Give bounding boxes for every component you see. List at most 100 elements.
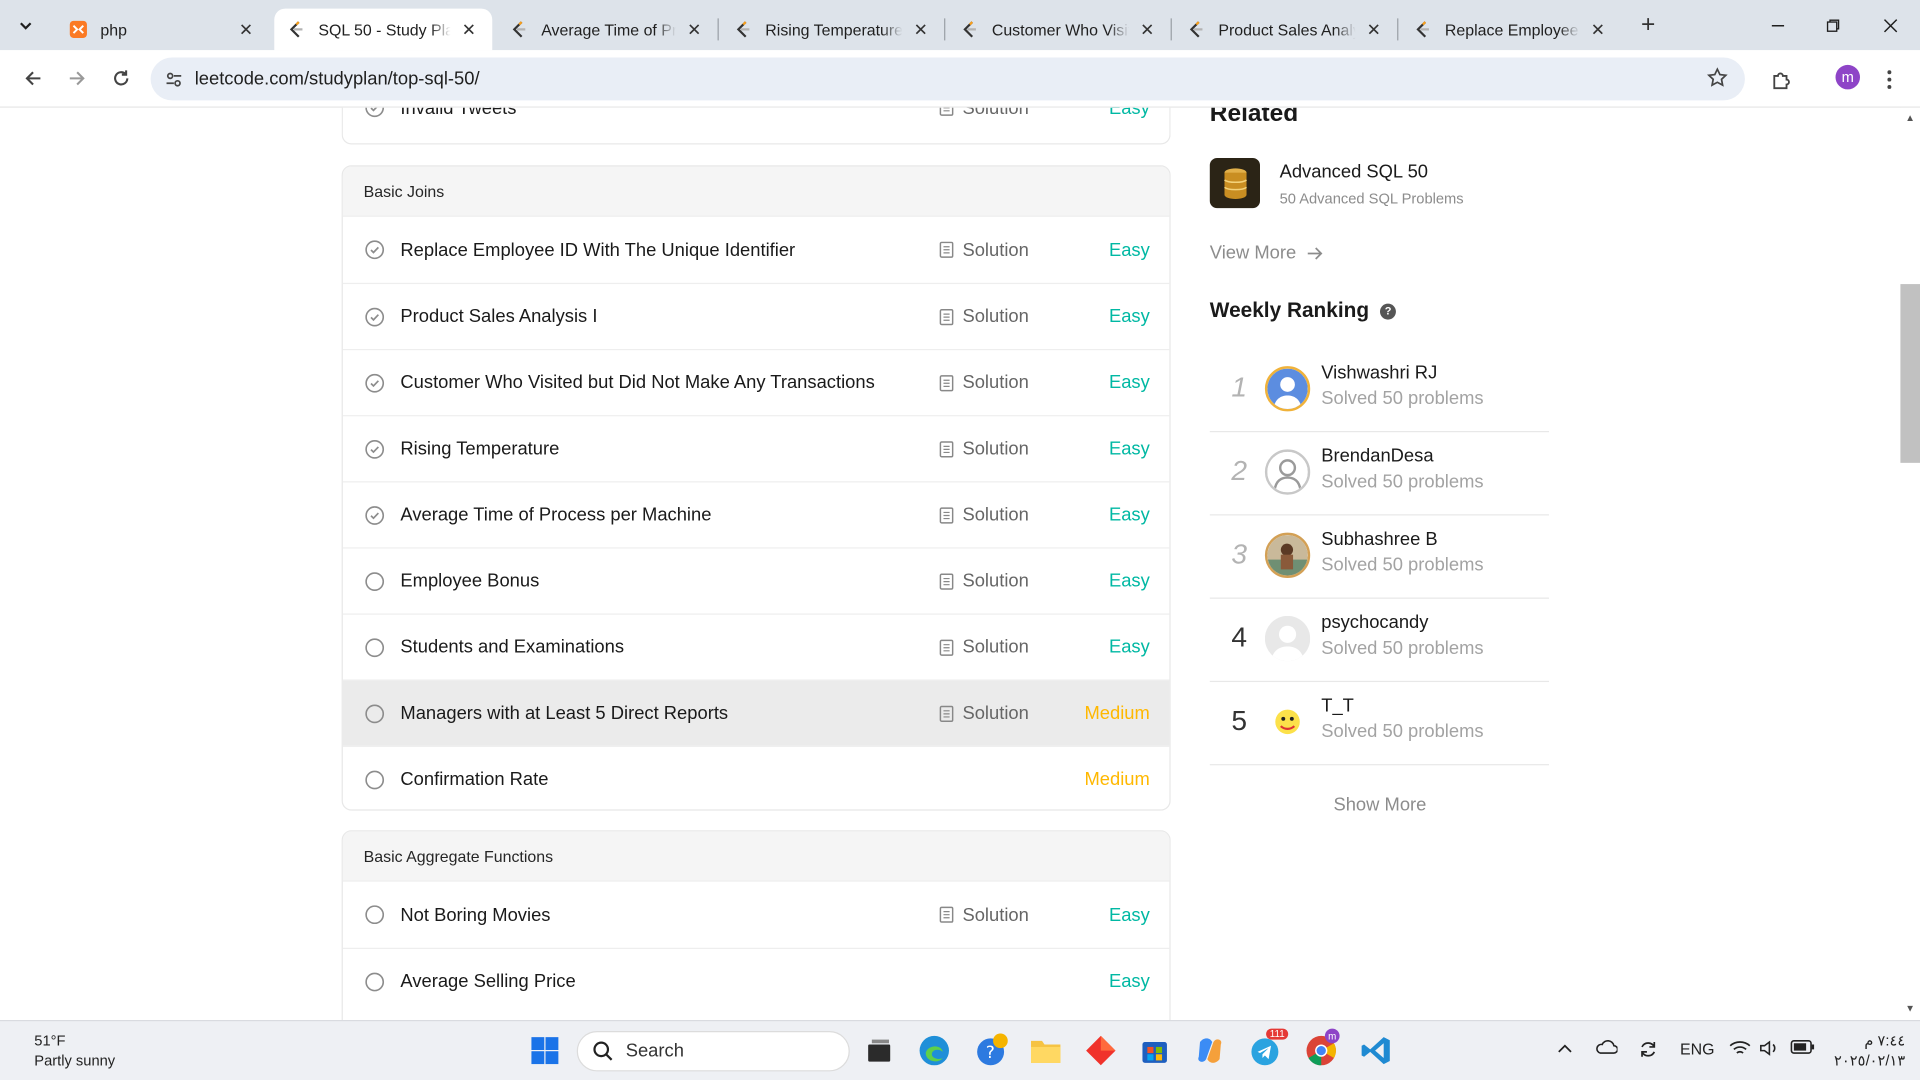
problem-row[interactable]: Confirmation Rate Medium (342, 745, 1170, 810)
more-menu-icon[interactable] (1886, 69, 1893, 97)
user-name[interactable]: Vishwashri RJ (1321, 362, 1437, 383)
problem-name[interactable]: Invalid Tweets (400, 108, 516, 118)
close-icon[interactable]: ✕ (235, 18, 257, 40)
restore-button[interactable] (1805, 0, 1861, 50)
help-app[interactable]: ? (973, 1032, 1010, 1069)
taskbar-search[interactable]: Search (576, 1031, 850, 1072)
tab-rising-temperature[interactable]: Rising Temperature - LeetCode ✕ (721, 9, 944, 51)
solution-link[interactable]: Solution (939, 703, 1029, 724)
problem-row[interactable]: Not Boring Movies Solution Easy (343, 882, 1170, 948)
solution-link[interactable]: Solution (939, 438, 1029, 459)
problem-name[interactable]: Rising Temperature (400, 438, 559, 459)
problem-name[interactable]: Students and Examinations (400, 637, 624, 658)
tab-average-time[interactable]: Average Time of Process per Machine ✕ (497, 9, 717, 51)
scroll-down-icon[interactable]: ▼ (1905, 1003, 1915, 1014)
store-app[interactable] (1136, 1032, 1173, 1069)
solution-link[interactable]: Solution (939, 306, 1029, 327)
ranking-entry[interactable]: 2 BrendanDesa Solved 50 problems (1209, 432, 1549, 516)
user-avatar[interactable] (1264, 449, 1311, 495)
chevron-up-icon[interactable] (1558, 1040, 1573, 1058)
tab-sql50[interactable]: SQL 50 - Study Plan - LeetCode ✕ (274, 8, 493, 51)
bookmark-star-icon[interactable] (1706, 67, 1728, 94)
close-icon[interactable]: ✕ (458, 18, 480, 40)
chrome-app[interactable]: m (1303, 1028, 1340, 1069)
solution-link[interactable]: Solution (939, 571, 1029, 591)
profile-avatar[interactable]: m (1835, 64, 1861, 90)
forward-button[interactable] (56, 58, 98, 100)
copilot-app[interactable] (1191, 1032, 1228, 1069)
user-name[interactable]: Subhashree B (1321, 529, 1437, 550)
sync-icon[interactable] (1637, 1040, 1659, 1063)
ranking-entry[interactable]: 5 T_T Solved 50 problems (1209, 682, 1549, 766)
problem-name[interactable]: Customer Who Visited but Did Not Make An… (400, 372, 874, 393)
site-settings-icon[interactable] (160, 69, 187, 89)
solution-link[interactable]: Solution (939, 904, 1029, 925)
user-avatar[interactable] (1264, 615, 1311, 662)
start-button[interactable] (527, 1032, 564, 1069)
close-window-button[interactable] (1862, 0, 1918, 50)
vscode-app[interactable] (1358, 1032, 1395, 1069)
ranking-entry[interactable]: 1 Vishwashri RJ Solved 50 problems (1209, 349, 1549, 433)
scroll-up-icon[interactable]: ▲ (1905, 113, 1915, 124)
new-tab-button[interactable]: + (1631, 8, 1665, 42)
problem-name[interactable]: Confirmation Rate (400, 769, 548, 790)
solution-link[interactable]: Solution (939, 637, 1029, 658)
close-icon[interactable]: ✕ (1363, 18, 1385, 40)
back-button[interactable] (12, 58, 54, 100)
tab-php[interactable]: php ✕ (56, 9, 269, 51)
close-icon[interactable]: ✕ (910, 18, 932, 40)
problem-row[interactable]: Customer Who Visited but Did Not Make An… (342, 348, 1170, 415)
problem-name[interactable]: Employee Bonus (400, 571, 539, 592)
user-avatar[interactable] (1264, 366, 1311, 412)
address-bar[interactable]: leetcode.com/studyplan/top-sql-50/ (150, 57, 1745, 101)
language-indicator[interactable]: ENG (1680, 1040, 1714, 1058)
wifi-icon[interactable] (1729, 1040, 1751, 1061)
problem-name[interactable]: Product Sales Analysis I (400, 306, 597, 327)
solution-link[interactable]: Solution (939, 504, 1029, 525)
problem-row[interactable]: Average Selling Price Easy (342, 947, 1170, 1014)
problem-name[interactable]: Average Selling Price (400, 971, 575, 992)
close-icon[interactable]: ✕ (1136, 18, 1158, 40)
problem-row[interactable]: Replace Employee ID With The Unique Iden… (343, 217, 1170, 283)
system-clock[interactable]: ٧:٤٤ م ٢٠٢٥/٠٢/١٣ (1832, 1031, 1905, 1070)
user-avatar[interactable] (1264, 532, 1311, 578)
show-more-button[interactable]: Show More (1333, 795, 1426, 816)
edge-app[interactable] (916, 1032, 953, 1069)
onedrive-icon[interactable] (1596, 1040, 1619, 1058)
volume-icon[interactable] (1760, 1040, 1780, 1061)
problem-name[interactable]: Not Boring Movies (400, 904, 550, 925)
problem-row[interactable]: Employee Bonus Solution Easy (342, 547, 1170, 613)
tab-product-sales[interactable]: Product Sales Analysis I ✕ (1174, 9, 1397, 51)
tab-customer-who-visited[interactable]: Customer Who Visited but Did Not Make An… (948, 9, 1171, 51)
problem-row[interactable]: Managers with at Least 5 Direct Reports S… (342, 679, 1170, 746)
ranking-entry[interactable]: 4 psychocandy Solved 50 problems (1209, 599, 1549, 683)
problem-row[interactable]: Students and Examinations Solution Easy (342, 613, 1170, 679)
close-icon[interactable]: ✕ (1587, 18, 1609, 40)
problem-row[interactable]: Invalid Tweets Solution Easy (343, 107, 1170, 141)
scrollbar-thumb[interactable] (1900, 284, 1920, 463)
weather-widget[interactable]: 51°F Partly sunny (34, 1031, 115, 1070)
problem-row[interactable]: Average Time of Process per Machine Solut… (342, 481, 1170, 547)
user-name[interactable]: T_T (1321, 696, 1354, 717)
solution-link[interactable]: Solution (939, 107, 1029, 118)
ranking-entry[interactable]: 3 Subhashree B Solved 50 problems (1209, 516, 1549, 599)
vertical-scrollbar[interactable]: ▲ ▼ (1900, 107, 1920, 1021)
extensions-icon[interactable] (1771, 69, 1793, 97)
user-name[interactable]: BrendanDesa (1321, 446, 1433, 467)
task-view-app[interactable] (861, 1032, 898, 1069)
battery-icon[interactable] (1790, 1040, 1815, 1058)
problem-row[interactable]: Rising Temperature Solution Easy (342, 415, 1170, 481)
problem-row[interactable]: Product Sales Analysis I Solution Easy (342, 282, 1170, 349)
solution-link[interactable]: Solution (939, 372, 1029, 393)
problem-name[interactable]: Replace Employee ID With The Unique Iden… (400, 239, 795, 260)
tab-search-button[interactable] (7, 7, 44, 44)
minimize-button[interactable] (1750, 0, 1806, 50)
user-name[interactable]: psychocandy (1321, 612, 1428, 633)
related-item-name[interactable]: Advanced SQL 50 (1280, 162, 1428, 183)
help-icon[interactable]: ? (1380, 303, 1397, 319)
solution-link[interactable]: Solution (939, 239, 1029, 260)
problem-name[interactable]: Managers with at Least 5 Direct Reports (400, 703, 728, 724)
advanced-sql-icon[interactable] (1209, 157, 1261, 209)
close-icon[interactable]: ✕ (683, 18, 705, 40)
git-app[interactable] (1082, 1032, 1119, 1069)
